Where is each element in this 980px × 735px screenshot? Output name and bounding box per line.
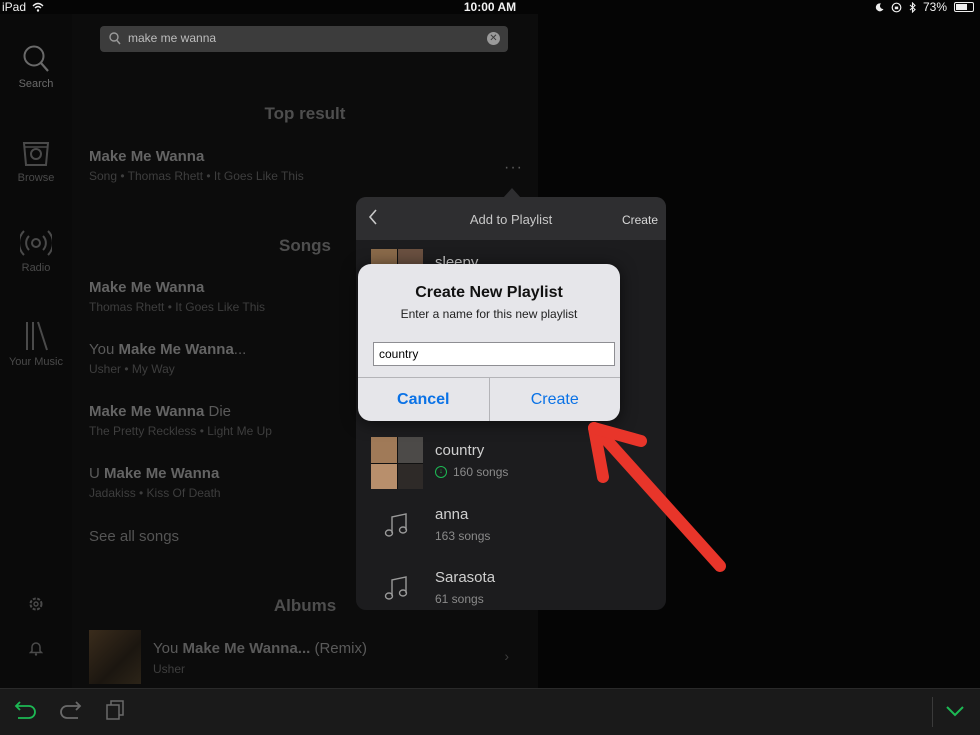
cancel-button[interactable]: Cancel [358,378,490,421]
playlist-cover [371,437,423,489]
search-bar[interactable]: make me wanna ✕ [100,26,508,52]
row-subtitle: Song • Thomas Rhett • It Goes Like This [89,169,304,183]
status-bar: iPad 10:00 AM 73% [0,0,980,14]
downloaded-icon: ↓ [435,466,447,478]
search-icon [23,45,49,72]
see-all-songs-link[interactable]: See all songs [89,528,179,545]
library-icon [26,321,48,351]
chevron-right-icon: › [504,648,509,664]
browse-icon [22,142,50,166]
create-playlist-button[interactable]: Create [622,213,658,227]
row-title: Make Me Wanna [89,148,205,165]
sidebar-item-label: Your Music [8,356,63,368]
popover-title: Add to Playlist [469,212,553,227]
bottom-toolbar [0,688,980,735]
sidebar-item-browse[interactable]: Browse [0,138,72,184]
sidebar-item-your-music[interactable]: Your Music [0,320,72,368]
sidebar-item-search[interactable]: Search [0,44,72,90]
search-icon [109,32,121,45]
playlist-name: country [435,442,485,459]
gear-icon [29,597,43,611]
bell-icon [29,642,43,656]
sidebar-item-radio[interactable]: Radio [0,228,72,274]
create-playlist-dialog: Create New Playlist Enter a name for thi… [358,264,620,421]
playlist-item[interactable]: Sarasota 61 songs [371,564,661,610]
battery-icon [954,2,974,12]
popover-header: Add to Playlist Create [356,197,666,240]
copy-button[interactable] [104,699,126,721]
playlist-count: 61 songs [435,592,484,606]
playlist-item[interactable]: anna 163 songs [371,501,661,555]
clock: 10:00 AM [463,0,517,14]
settings-button[interactable] [0,596,72,616]
top-result-heading: Top result [264,104,346,123]
music-note-icon [384,513,408,537]
close-icon: ✕ [489,33,498,44]
undo-button[interactable] [14,699,38,721]
chevron-down-icon[interactable] [945,705,965,717]
playlist-count: ↓ 160 songs [435,465,508,479]
playlist-item[interactable]: country ↓ 160 songs [371,437,661,491]
more-options-button[interactable]: ··· [504,159,523,177]
playlist-name: anna [435,506,469,523]
search-input[interactable]: make me wanna [128,31,216,45]
sidebar: Search Browse Radio Your Music [0,14,72,688]
create-button[interactable]: Create [490,378,621,421]
row-subtitle: Usher [153,662,186,676]
clear-search-button[interactable]: ✕ [487,32,500,45]
album-row[interactable]: You Make Me Wanna... (Remix) Usher › [89,630,529,684]
dialog-message: Enter a name for this new playlist [400,307,578,321]
toolbar-divider [932,697,933,727]
bluetooth-icon [909,1,916,13]
playlist-count: 163 songs [435,529,491,543]
notifications-button[interactable] [0,640,72,660]
row-title: You Make Me Wanna... (Remix) [153,640,367,657]
sidebar-item-label: Radio [21,262,51,274]
dialog-title: Create New Playlist [415,284,563,301]
moon-icon [875,2,884,11]
radio-icon [20,230,52,256]
playlist-name: Sarasota [435,569,496,586]
sidebar-item-label: Browse [17,172,55,184]
album-cover [89,630,141,684]
sidebar-item-label: Search [18,78,54,90]
battery-percent: 73% [922,0,947,14]
redo-button[interactable] [58,699,82,721]
playlist-name-input[interactable] [373,342,615,366]
music-note-icon [384,576,408,600]
rotation-lock-icon [891,2,902,12]
dialog-buttons: Cancel Create [358,377,620,421]
top-result-row[interactable]: Make Me Wanna Song • Thomas Rhett • It G… [89,148,509,183]
